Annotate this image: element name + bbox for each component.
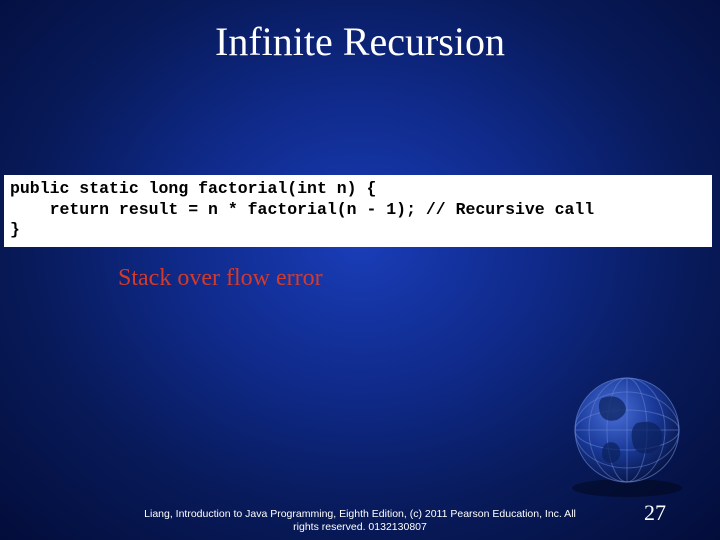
slide-title: Infinite Recursion bbox=[0, 0, 720, 65]
code-block: public static long factorial(int n) { re… bbox=[4, 175, 712, 247]
code-line-3: } bbox=[10, 220, 20, 239]
code-line-2: return result = n * factorial(n - 1); //… bbox=[10, 200, 594, 219]
globe-icon bbox=[562, 368, 692, 498]
footer-citation: Liang, Introduction to Java Programming,… bbox=[0, 508, 720, 534]
footer-line-2: rights reserved. 0132130807 bbox=[293, 521, 427, 533]
error-message: Stack over flow error bbox=[118, 265, 720, 292]
page-number: 27 bbox=[644, 500, 666, 526]
footer-line-1: Liang, Introduction to Java Programming,… bbox=[144, 508, 576, 520]
code-line-1: public static long factorial(int n) { bbox=[10, 179, 376, 198]
